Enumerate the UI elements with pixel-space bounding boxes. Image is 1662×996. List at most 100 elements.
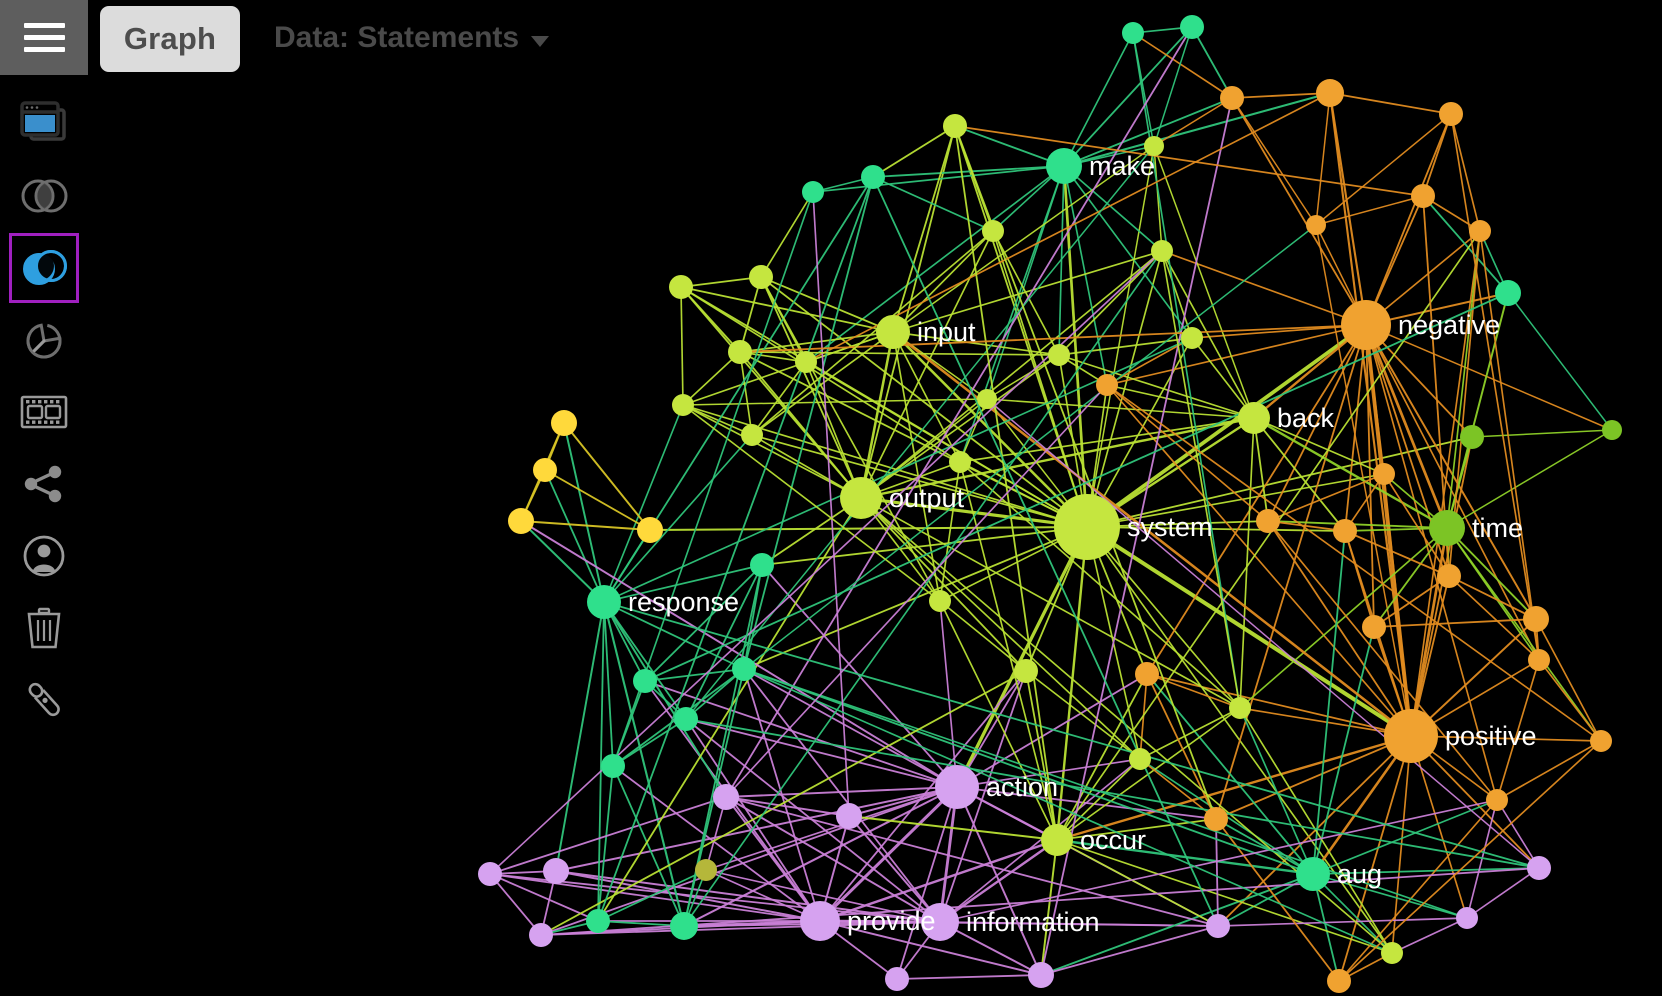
graph-node[interactable] — [1456, 907, 1478, 929]
sidebar-item-venn[interactable] — [10, 162, 78, 230]
graph-node[interactable] — [1316, 79, 1344, 107]
graph-node[interactable] — [478, 862, 502, 886]
graph-node[interactable] — [601, 754, 625, 778]
graph-node[interactable] — [836, 803, 862, 829]
graph-node[interactable] — [885, 967, 909, 991]
graph-node-aug[interactable] — [1296, 857, 1330, 891]
graph-node-provide[interactable] — [800, 901, 840, 941]
tab-graph[interactable]: Graph — [100, 6, 240, 72]
graph-node[interactable] — [1256, 509, 1280, 533]
sidebar-item-record[interactable] — [10, 666, 78, 734]
sidebar-item-network[interactable] — [10, 450, 78, 518]
graph-edge — [1161, 250, 1367, 326]
share-icon — [21, 462, 67, 506]
graph-node-back[interactable] — [1238, 402, 1270, 434]
graph-node[interactable] — [750, 553, 774, 577]
graph-node[interactable] — [1486, 789, 1508, 811]
network-graph[interactable]: make input negative back output system time res… — [0, 0, 1662, 996]
data-source-dropdown[interactable]: Data: Statements — [274, 17, 550, 59]
graph-node[interactable] — [1220, 86, 1244, 110]
graph-node[interactable] — [633, 669, 657, 693]
user-icon — [21, 533, 67, 579]
graph-node[interactable] — [1229, 697, 1251, 719]
graph-node[interactable] — [1469, 220, 1491, 242]
graph-node[interactable] — [1306, 215, 1326, 235]
graph-node[interactable] — [1590, 730, 1612, 752]
sidebar-item-delete[interactable] — [10, 594, 78, 662]
graph-node[interactable] — [1373, 463, 1395, 485]
graph-node-input[interactable] — [876, 315, 910, 349]
graph-node[interactable] — [533, 458, 557, 482]
graph-node[interactable] — [1411, 184, 1435, 208]
graph-node[interactable] — [728, 340, 752, 364]
graph-node[interactable] — [1527, 856, 1551, 880]
graph-node[interactable] — [949, 451, 971, 473]
graph-node-occur[interactable] — [1041, 824, 1073, 856]
graph-node[interactable] — [1381, 942, 1403, 964]
graph-node[interactable] — [1206, 914, 1230, 938]
graph-node[interactable] — [802, 181, 824, 203]
graph-node[interactable] — [1362, 615, 1386, 639]
hamburger-menu-button[interactable] — [0, 0, 88, 75]
graph-node[interactable] — [674, 707, 698, 731]
graph-node[interactable] — [637, 517, 663, 543]
sidebar-item-timeline[interactable] — [10, 306, 78, 374]
graph-edge — [743, 176, 874, 670]
graph-node[interactable] — [1028, 962, 1054, 988]
graph-node[interactable] — [982, 220, 1004, 242]
graph-node-response[interactable] — [587, 585, 621, 619]
graph-node[interactable] — [1437, 564, 1461, 588]
graph-node[interactable] — [1181, 327, 1203, 349]
graph-node[interactable] — [1096, 374, 1118, 396]
graph-node-time[interactable] — [1429, 510, 1465, 546]
graph-node[interactable] — [977, 389, 997, 409]
graph-node-positive[interactable] — [1384, 709, 1438, 763]
graph-node-label: information — [966, 907, 1100, 937]
graph-node[interactable] — [1528, 649, 1550, 671]
graph-node-output[interactable] — [840, 477, 882, 519]
sidebar-item-graph[interactable] — [9, 233, 79, 303]
graph-node[interactable] — [1495, 280, 1521, 306]
graph-node[interactable] — [732, 657, 756, 681]
sidebar-item-windows[interactable] — [10, 90, 78, 158]
graph-node[interactable] — [795, 351, 817, 373]
graph-edge — [603, 601, 614, 767]
graph-node[interactable] — [749, 265, 773, 289]
sidebar-item-frames[interactable] — [10, 378, 78, 446]
graph-node[interactable] — [586, 909, 610, 933]
graph-node[interactable] — [1135, 662, 1159, 686]
graph-node[interactable] — [669, 275, 693, 299]
graph-node[interactable] — [508, 508, 534, 534]
graph-node[interactable] — [861, 165, 885, 189]
graph-node-make[interactable] — [1046, 148, 1082, 184]
graph-edge — [1344, 324, 1367, 532]
graph-node[interactable] — [1151, 240, 1173, 262]
graph-node[interactable] — [1523, 606, 1549, 632]
graph-node[interactable] — [1460, 425, 1484, 449]
graph-node[interactable] — [1327, 969, 1351, 993]
graph-edge — [1329, 92, 1452, 115]
graph-node[interactable] — [1129, 748, 1151, 770]
graph-node[interactable] — [529, 923, 553, 947]
graph-node[interactable] — [670, 912, 698, 940]
graph-node-action[interactable] — [935, 765, 979, 809]
graph-node[interactable] — [1602, 420, 1622, 440]
graph-node[interactable] — [695, 859, 717, 881]
graph-node[interactable] — [741, 424, 763, 446]
graph-node[interactable] — [713, 784, 739, 810]
graph-node[interactable] — [943, 114, 967, 138]
windows-icon — [18, 101, 70, 147]
graph-node-negative[interactable] — [1341, 300, 1391, 350]
graph-node[interactable] — [551, 410, 577, 436]
graph-node[interactable] — [1014, 659, 1038, 683]
graph-edge — [1153, 145, 1163, 252]
graph-node[interactable] — [672, 394, 694, 416]
graph-node[interactable] — [1333, 519, 1357, 543]
graph-node[interactable] — [1204, 807, 1228, 831]
sidebar-item-account[interactable] — [10, 522, 78, 590]
graph-node[interactable] — [1048, 344, 1070, 366]
graph-node[interactable] — [543, 858, 569, 884]
graph-node[interactable] — [1439, 102, 1463, 126]
graph-node-system[interactable] — [1054, 494, 1120, 560]
graph-node[interactable] — [929, 590, 951, 612]
